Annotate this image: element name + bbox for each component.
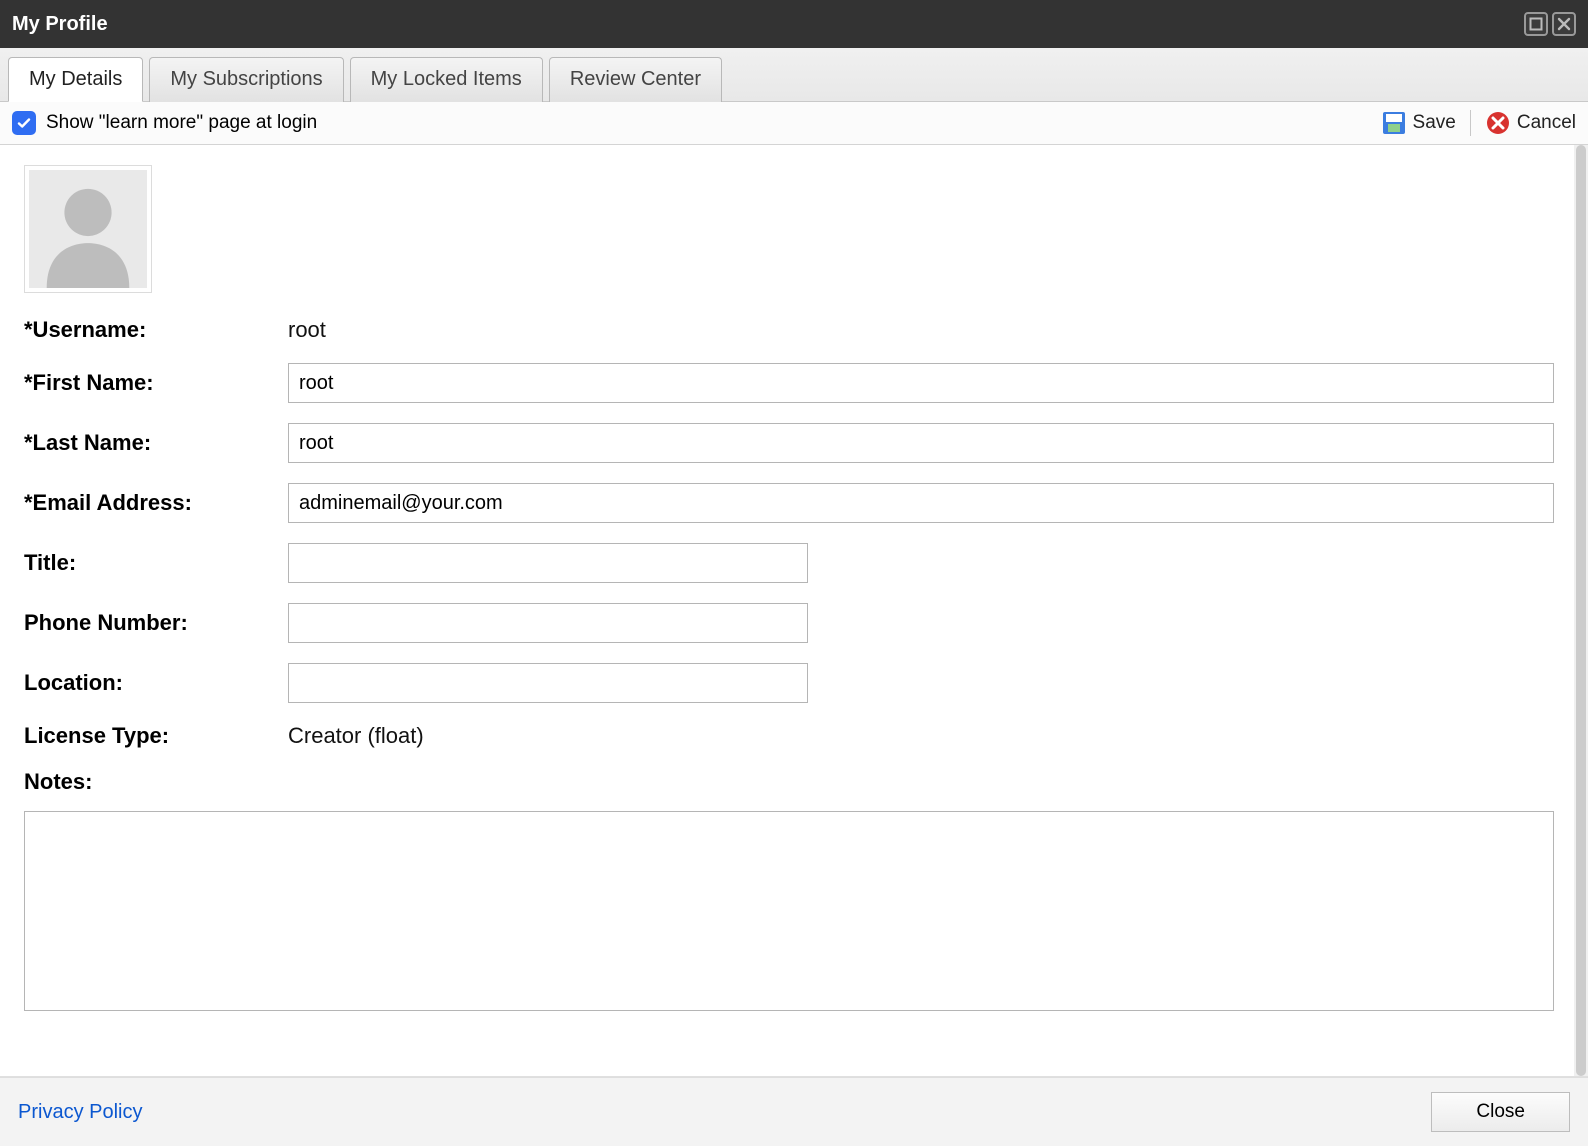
tab-label: My Subscriptions: [170, 68, 322, 90]
window-controls: [1524, 12, 1576, 36]
title-label: Title:: [24, 550, 284, 576]
last-name-label: *Last Name:: [24, 430, 284, 456]
close-button[interactable]: Close: [1431, 1092, 1570, 1132]
tab-label: Review Center: [570, 68, 701, 90]
toolbar: Show "learn more" page at login Save Can…: [0, 102, 1588, 145]
tab-my-subscriptions[interactable]: My Subscriptions: [149, 57, 343, 102]
license-value: Creator (float): [288, 723, 1554, 749]
titlebar: My Profile: [0, 0, 1588, 48]
notes-textarea[interactable]: [24, 811, 1554, 1011]
tab-my-locked-items[interactable]: My Locked Items: [350, 57, 543, 102]
phone-label: Phone Number:: [24, 610, 284, 636]
tab-my-details[interactable]: My Details: [8, 57, 143, 102]
scrollbar-thumb[interactable]: [1576, 145, 1586, 1076]
title-input[interactable]: [288, 543, 808, 583]
username-value: root: [288, 317, 1554, 343]
tab-review-center[interactable]: Review Center: [549, 57, 722, 102]
profile-form: *Username: root *First Name: *Last Name:…: [24, 317, 1554, 749]
profile-window: My Profile My Details My Subscriptions M…: [0, 0, 1588, 1146]
maximize-button[interactable]: [1524, 12, 1548, 36]
learn-more-checkbox[interactable]: [12, 111, 36, 135]
save-label: Save: [1413, 112, 1456, 134]
notes-section: Notes:: [24, 769, 1554, 1016]
separator: [1470, 110, 1471, 136]
notes-label: Notes:: [24, 769, 1554, 795]
avatar-placeholder-icon: [29, 170, 147, 288]
save-button[interactable]: Save: [1381, 110, 1456, 136]
tab-label: My Details: [29, 68, 122, 90]
first-name-input[interactable]: [288, 363, 1554, 403]
username-label: *Username:: [24, 317, 284, 343]
check-icon: [16, 115, 32, 131]
close-button-label: Close: [1476, 1101, 1525, 1122]
content: *Username: root *First Name: *Last Name:…: [0, 145, 1574, 1076]
email-input[interactable]: [288, 483, 1554, 523]
learn-more-label: Show "learn more" page at login: [46, 112, 317, 134]
save-icon: [1381, 110, 1407, 136]
privacy-policy-link[interactable]: Privacy Policy: [18, 1101, 142, 1124]
cancel-icon: [1485, 110, 1511, 136]
footer: Privacy Policy Close: [0, 1077, 1588, 1146]
tab-label: My Locked Items: [371, 68, 522, 90]
tabs: My Details My Subscriptions My Locked It…: [0, 48, 1588, 102]
window-title: My Profile: [12, 13, 108, 36]
cancel-label: Cancel: [1517, 112, 1576, 134]
maximize-icon: [1529, 17, 1543, 31]
avatar[interactable]: [24, 165, 152, 293]
email-label: *Email Address:: [24, 490, 284, 516]
close-window-button[interactable]: [1552, 12, 1576, 36]
vertical-scrollbar[interactable]: [1574, 145, 1588, 1076]
license-label: License Type:: [24, 723, 284, 749]
location-label: Location:: [24, 670, 284, 696]
last-name-input[interactable]: [288, 423, 1554, 463]
location-input[interactable]: [288, 663, 808, 703]
phone-input[interactable]: [288, 603, 808, 643]
close-icon: [1557, 17, 1571, 31]
content-wrapper: *Username: root *First Name: *Last Name:…: [0, 145, 1588, 1077]
first-name-label: *First Name:: [24, 370, 284, 396]
cancel-button[interactable]: Cancel: [1485, 110, 1576, 136]
